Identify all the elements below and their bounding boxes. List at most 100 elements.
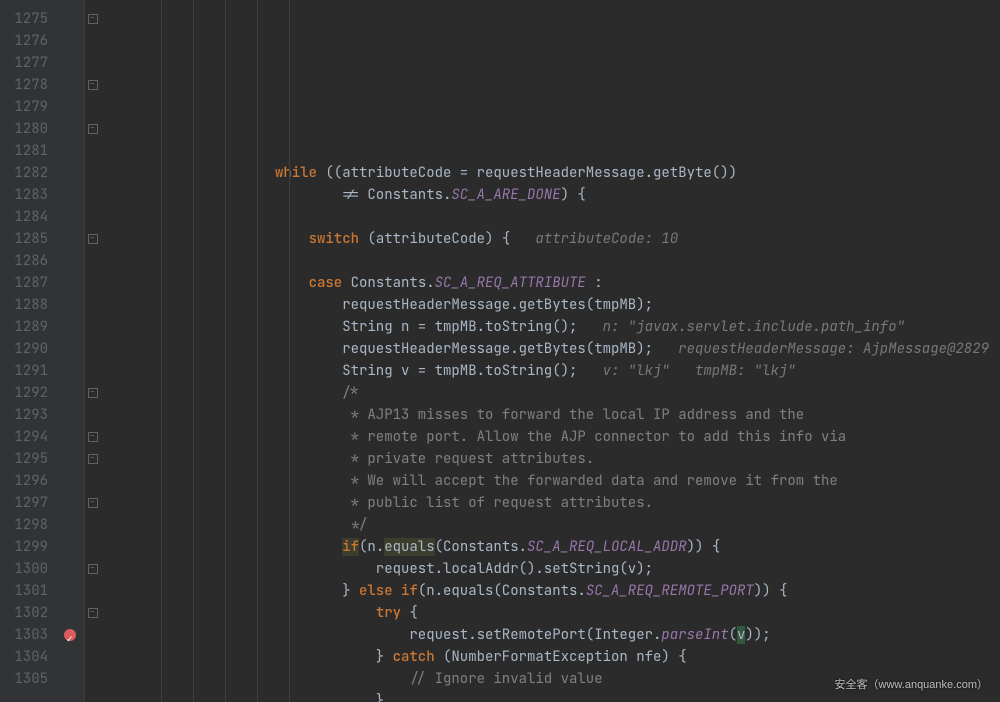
code-token: :	[586, 274, 603, 292]
breakpoint-cell[interactable]	[56, 602, 84, 624]
breakpoint-cell[interactable]	[56, 448, 84, 470]
breakpoint-cell[interactable]	[56, 470, 84, 492]
fold-cell	[85, 646, 101, 668]
line-number: 1305	[0, 668, 48, 690]
code-line[interactable]: request.localAddr().setString(v);	[103, 558, 1000, 580]
breakpoint-cell[interactable]	[56, 228, 84, 250]
code-token	[107, 230, 309, 248]
breakpoint-cell[interactable]	[56, 558, 84, 580]
code-editor[interactable]: 1275127612771278127912801281128212831284…	[0, 0, 1000, 702]
code-token: * AJP13 misses to forward the local IP a…	[107, 406, 804, 424]
breakpoint-cell[interactable]	[56, 492, 84, 514]
fold-cell	[85, 536, 101, 558]
breakpoint-cell[interactable]	[56, 514, 84, 536]
code-line[interactable]: */	[103, 514, 1000, 536]
code-line[interactable]: * private request attributes.	[103, 448, 1000, 470]
code-token	[107, 604, 376, 622]
code-line[interactable]: case Constants.SC_A_REQ_ATTRIBUTE :	[103, 272, 1000, 294]
breakpoint-icon[interactable]	[64, 629, 76, 641]
code-line[interactable]: String n = tmpMB.toString(); n: "javax.s…	[103, 316, 1000, 338]
code-line[interactable]: request.setRemotePort(Integer.parseInt(v…	[103, 624, 1000, 646]
fold-toggle-icon[interactable]	[85, 8, 101, 30]
code-token: try	[376, 604, 401, 622]
code-line[interactable]: while ((attributeCode = requestHeaderMes…	[103, 162, 1000, 184]
fold-toggle-icon[interactable]	[85, 118, 101, 140]
code-line[interactable]	[103, 206, 1000, 228]
fold-toggle-icon[interactable]	[85, 448, 101, 470]
line-number: 1299	[0, 536, 48, 558]
code-token: SC_A_REQ_LOCAL_ADDR	[527, 538, 687, 556]
fold-cell	[85, 140, 101, 162]
code-token: ));	[745, 626, 770, 644]
breakpoint-cell[interactable]	[56, 206, 84, 228]
breakpoint-cell[interactable]	[56, 250, 84, 272]
code-line[interactable]	[103, 250, 1000, 272]
code-line[interactable]: if(n.equals(Constants.SC_A_REQ_LOCAL_ADD…	[103, 536, 1000, 558]
breakpoint-cell[interactable]	[56, 74, 84, 96]
line-number: 1297	[0, 492, 48, 514]
code-line[interactable]: } else if(n.equals(Constants.SC_A_REQ_RE…	[103, 580, 1000, 602]
code-line[interactable]: } catch (NumberFormatException nfe) {	[103, 646, 1000, 668]
breakpoint-cell[interactable]	[56, 316, 84, 338]
fold-toggle-icon[interactable]	[85, 74, 101, 96]
breakpoint-cell[interactable]	[56, 30, 84, 52]
fold-strip[interactable]	[84, 0, 101, 702]
breakpoint-cell[interactable]	[56, 338, 84, 360]
code-token: (	[729, 626, 737, 644]
code-token: * remote port. Allow the AJP connector t…	[107, 428, 846, 446]
breakpoint-cell[interactable]	[56, 360, 84, 382]
code-area[interactable]: while ((attributeCode = requestHeaderMes…	[101, 0, 1000, 702]
line-number: 1301	[0, 580, 48, 602]
code-line[interactable]: String v = tmpMB.toString(); v: "lkj" tm…	[103, 360, 1000, 382]
code-token: (Constants.	[435, 538, 527, 556]
code-line[interactable]: switch (attributeCode) { attributeCode: …	[103, 228, 1000, 250]
code-line[interactable]: * AJP13 misses to forward the local IP a…	[103, 404, 1000, 426]
code-token: case	[309, 274, 343, 292]
fold-cell	[85, 30, 101, 52]
code-line[interactable]: * public list of request attributes.	[103, 492, 1000, 514]
code-line[interactable]: * We will accept the forwarded data and …	[103, 470, 1000, 492]
fold-toggle-icon[interactable]	[85, 558, 101, 580]
code-line[interactable]: != Constants.SC_A_ARE_DONE) {	[103, 184, 1000, 206]
code-token: != Constants.	[107, 186, 451, 204]
breakpoint-cell[interactable]	[56, 96, 84, 118]
fold-toggle-icon[interactable]	[85, 228, 101, 250]
breakpoint-strip[interactable]	[56, 0, 84, 702]
breakpoint-cell[interactable]	[56, 52, 84, 74]
breakpoint-cell[interactable]	[56, 536, 84, 558]
line-number: 1302	[0, 602, 48, 624]
code-token: {	[401, 604, 418, 622]
code-token: if	[342, 538, 359, 556]
breakpoint-cell[interactable]	[56, 404, 84, 426]
line-number: 1295	[0, 448, 48, 470]
code-line[interactable]: try {	[103, 602, 1000, 624]
line-number: 1287	[0, 272, 48, 294]
code-line[interactable]: requestHeaderMessage.getBytes(tmpMB); re…	[103, 338, 1000, 360]
code-line[interactable]: requestHeaderMessage.getBytes(tmpMB);	[103, 294, 1000, 316]
fold-toggle-icon[interactable]	[85, 426, 101, 448]
breakpoint-cell[interactable]	[56, 272, 84, 294]
fold-toggle-icon[interactable]	[85, 602, 101, 624]
breakpoint-cell[interactable]	[56, 382, 84, 404]
breakpoint-cell[interactable]	[56, 294, 84, 316]
breakpoint-cell[interactable]	[56, 162, 84, 184]
fold-cell	[85, 184, 101, 206]
breakpoint-cell[interactable]	[56, 580, 84, 602]
fold-toggle-icon[interactable]	[85, 382, 101, 404]
breakpoint-cell[interactable]	[56, 118, 84, 140]
code-line[interactable]: /*	[103, 382, 1000, 404]
breakpoint-cell[interactable]	[56, 668, 84, 690]
code-line[interactable]: * remote port. Allow the AJP connector t…	[103, 426, 1000, 448]
breakpoint-cell[interactable]	[56, 184, 84, 206]
code-token: * We will accept the forwarded data and …	[107, 472, 838, 490]
breakpoint-cell[interactable]	[56, 8, 84, 30]
breakpoint-cell[interactable]	[56, 624, 84, 646]
code-token: * private request attributes.	[107, 450, 594, 468]
breakpoint-cell[interactable]	[56, 426, 84, 448]
fold-toggle-icon[interactable]	[85, 492, 101, 514]
code-token: attributeCode: 10	[535, 230, 678, 248]
breakpoint-cell[interactable]	[56, 140, 84, 162]
fold-cell	[85, 294, 101, 316]
line-number: 1289	[0, 316, 48, 338]
code-token: (attributeCode) {	[359, 230, 535, 248]
